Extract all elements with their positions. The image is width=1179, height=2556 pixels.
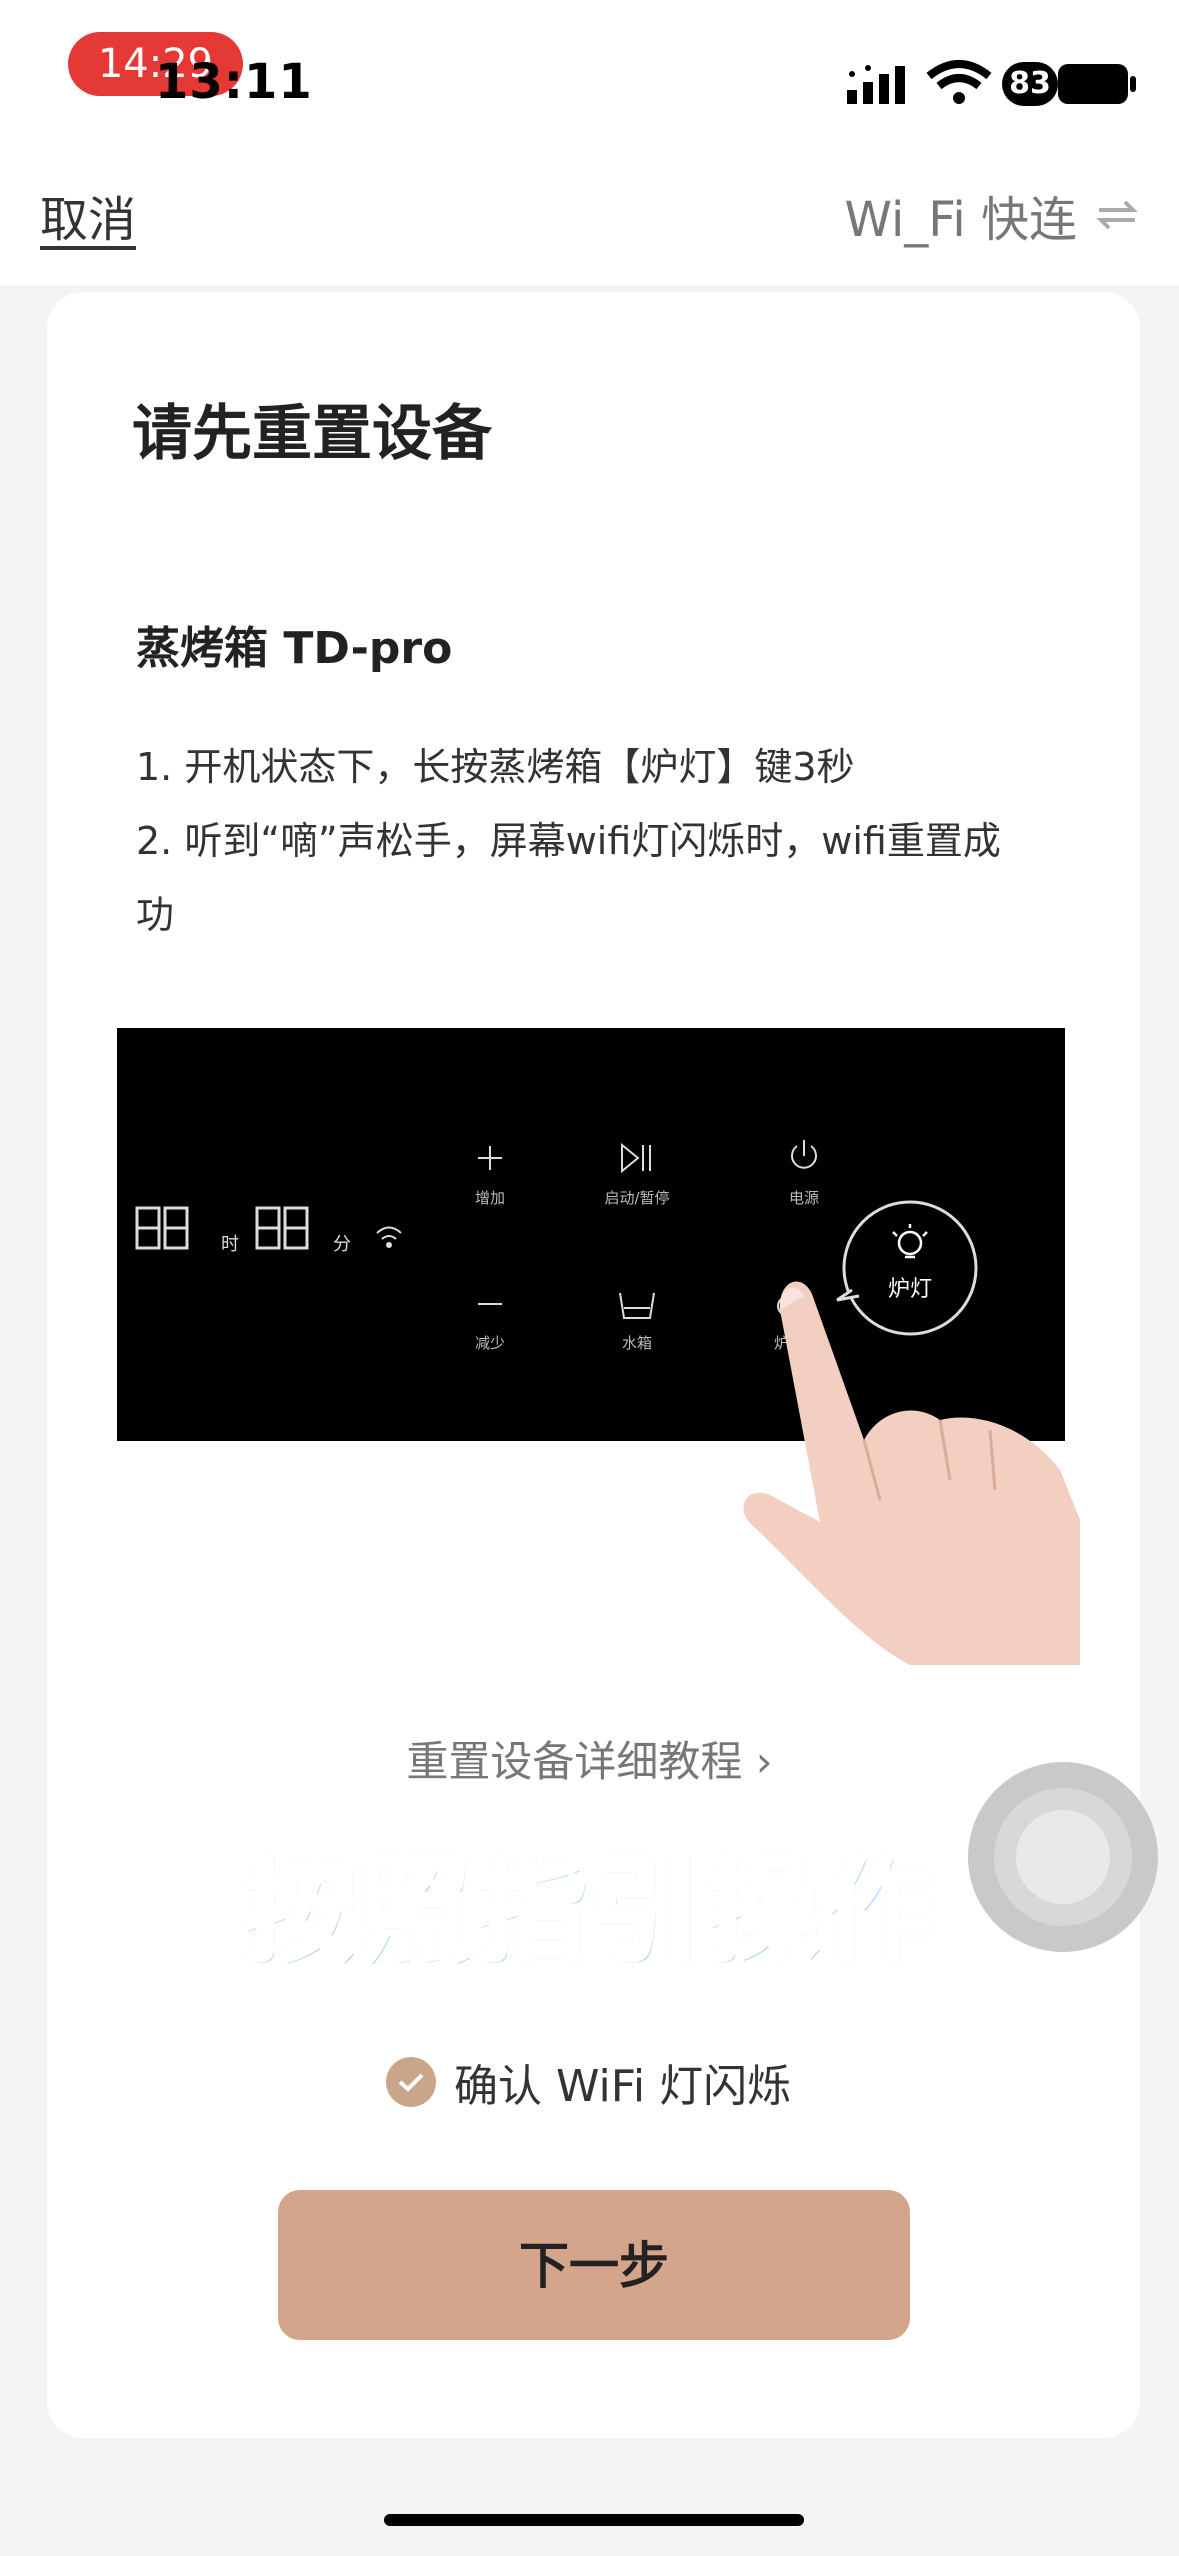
cellular-signal-icon [847,65,905,104]
panel-button-label: 水箱 [622,1334,652,1352]
instruction-steps: 1. 开机状态下，长按蒸烤箱【炉灯】键3秒 2. 听到“嘀”声松手，屏幕wifi… [136,730,1036,952]
battery-percentage: 83 [1002,62,1058,106]
cancel-button[interactable]: 取消 [40,180,136,250]
page-title: 请先重置设备 [132,399,492,469]
wifi-status-icon [926,60,992,104]
panel-button-label: 电源 [789,1189,819,1207]
checkmark-icon [386,2057,436,2107]
confirm-wifi-blink-checkbox[interactable]: 确认 WiFi 灯闪烁 [386,2050,791,2114]
finger-pointing-illustration [743,1281,1080,1665]
panel-button-label: 增加 [475,1189,505,1207]
instruction-step: 1. 开机状态下，长按蒸烤箱【炉灯】键3秒 [136,745,855,789]
status-clock: 13:11 [155,54,313,110]
hour-label: 时 [221,1234,239,1255]
minute-label: 分 [333,1234,351,1255]
panel-button-label: 减少 [475,1334,505,1352]
wifi-quick-connect-label: Wi_Fi 快连 [844,192,1077,248]
swap-arrows-icon [1096,200,1138,230]
instruction-step: 2. 听到“嘀”声松手，屏幕wifi灯闪烁时，wifi重置成功 [136,819,1001,937]
home-indicator[interactable] [384,2514,804,2526]
reset-tutorial-link[interactable]: 重置设备详细教程 › [0,1728,1179,1789]
wifi-quick-connect-button[interactable]: Wi_Fi 快连 [845,180,1139,250]
panel-button-label: 启动/暂停 [604,1189,669,1207]
assistive-touch-button[interactable] [968,1762,1158,1952]
next-step-button[interactable]: 下一步 [278,2190,910,2340]
confirm-label: 确认 WiFi 灯闪烁 [454,2061,792,2112]
assistive-touch-core [1016,1810,1110,1904]
device-model-name: 蒸烤箱 TD-pro [136,623,453,674]
